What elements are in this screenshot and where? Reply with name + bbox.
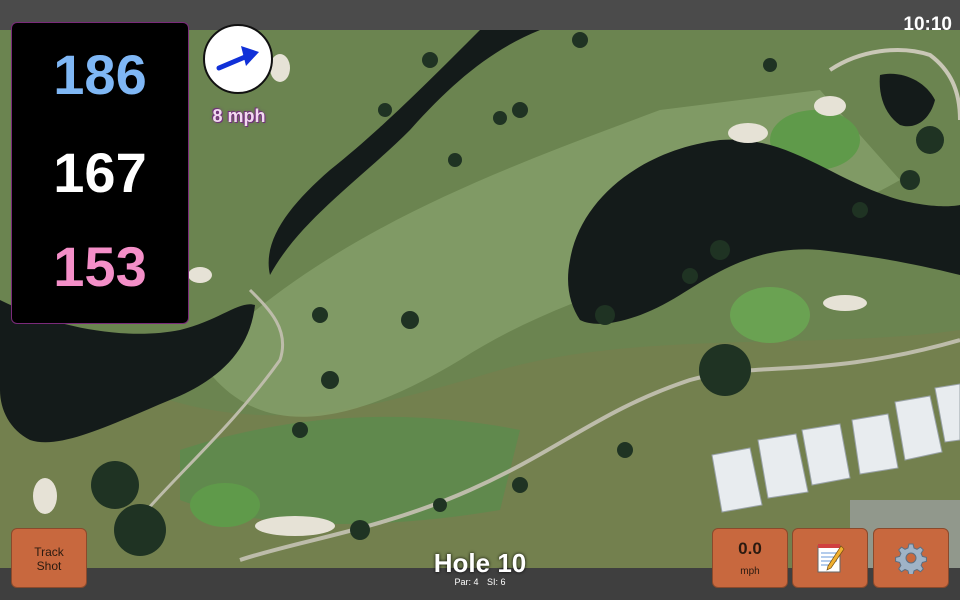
speed-value: 0.0 [738,539,762,558]
distance-middle: 167 [53,141,147,204]
wind-indicator [203,24,273,94]
wind-speed: 8 mph [212,106,266,126]
distance-panel: 186 167 153 [11,22,189,324]
hole-info: Par: 4 SI: 6 [380,577,580,587]
distance-back: 186 [53,43,147,106]
track-shot-label-line2: Shot [36,559,62,573]
track-shot-button[interactable]: Track Shot [11,528,87,588]
clock: 10:10 [903,14,952,35]
settings-button[interactable] [873,528,949,588]
notepad-icon [817,544,845,573]
track-shot-label-line1: Track [34,545,64,559]
speed-unit: mph [740,566,760,577]
speed-button[interactable]: 0.0 mph [712,528,788,588]
hole-si: SI: 6 [487,577,506,587]
gear-icon [895,543,927,574]
hole-title: Hole 10 [433,548,527,578]
wind-arrow-icon [216,46,259,71]
hole-par: Par: 4 [454,577,479,587]
distance-front: 153 [53,235,147,298]
notes-button[interactable] [792,528,868,588]
